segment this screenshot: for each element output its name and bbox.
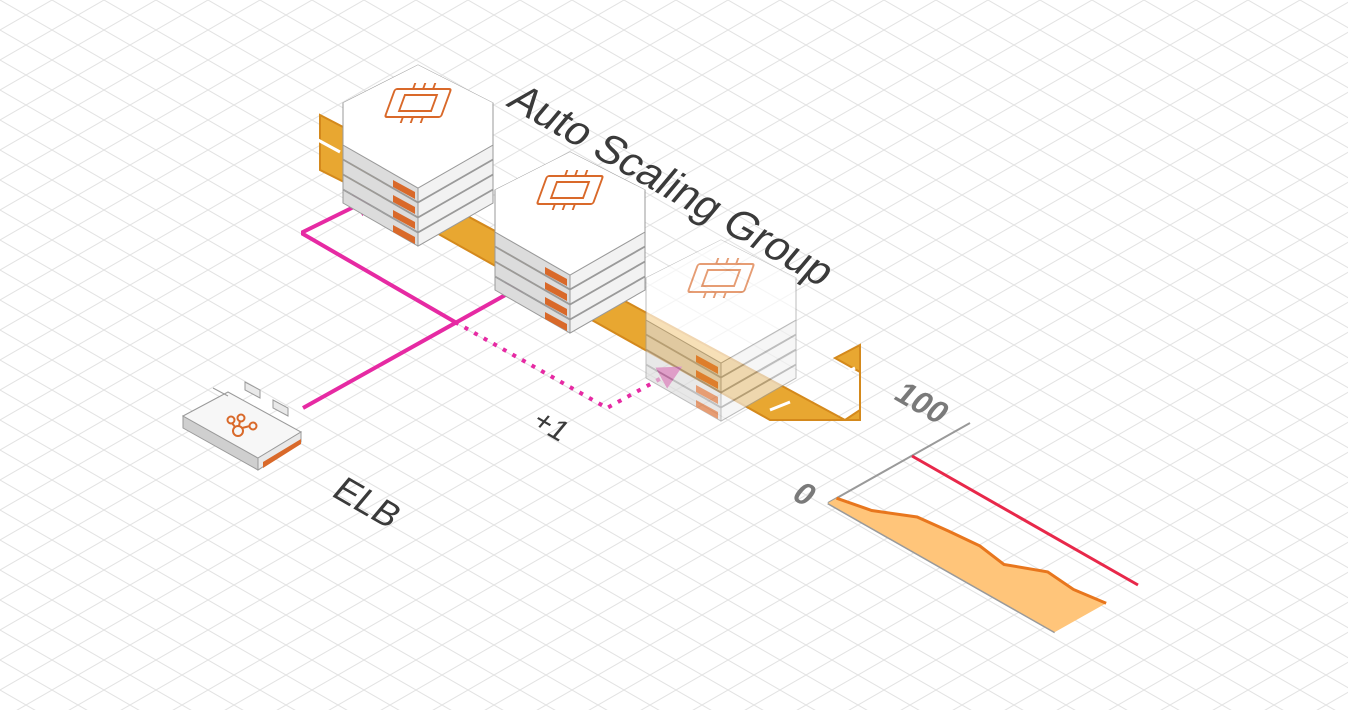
auto-scaling-diagram: Auto Scaling Group ELB +1 100 0 — [0, 0, 1348, 710]
